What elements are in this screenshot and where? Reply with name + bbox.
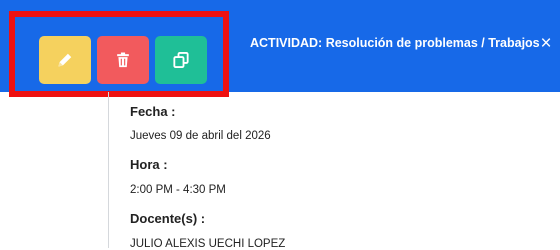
edit-button[interactable]	[39, 36, 91, 84]
close-button[interactable]: ×	[536, 33, 556, 55]
pencil-icon	[58, 53, 72, 67]
trash-icon	[117, 52, 129, 68]
time-value: 2:00 PM - 4:30 PM	[130, 184, 226, 196]
activity-title: ACTIVIDAD: Resolución de problemas / Tra…	[250, 36, 540, 50]
teacher-value: JULIO ALEXIS UECHI LOPEZ	[130, 238, 286, 250]
delete-button[interactable]	[97, 36, 149, 84]
time-label: Hora :	[130, 157, 168, 172]
copy-icon	[173, 52, 189, 68]
teacher-label: Docente(s) :	[130, 211, 206, 226]
date-label: Fecha :	[130, 104, 176, 119]
copy-button[interactable]	[155, 36, 207, 84]
content-divider	[108, 92, 109, 248]
date-value: Jueves 09 de abril del 2026	[130, 130, 271, 142]
